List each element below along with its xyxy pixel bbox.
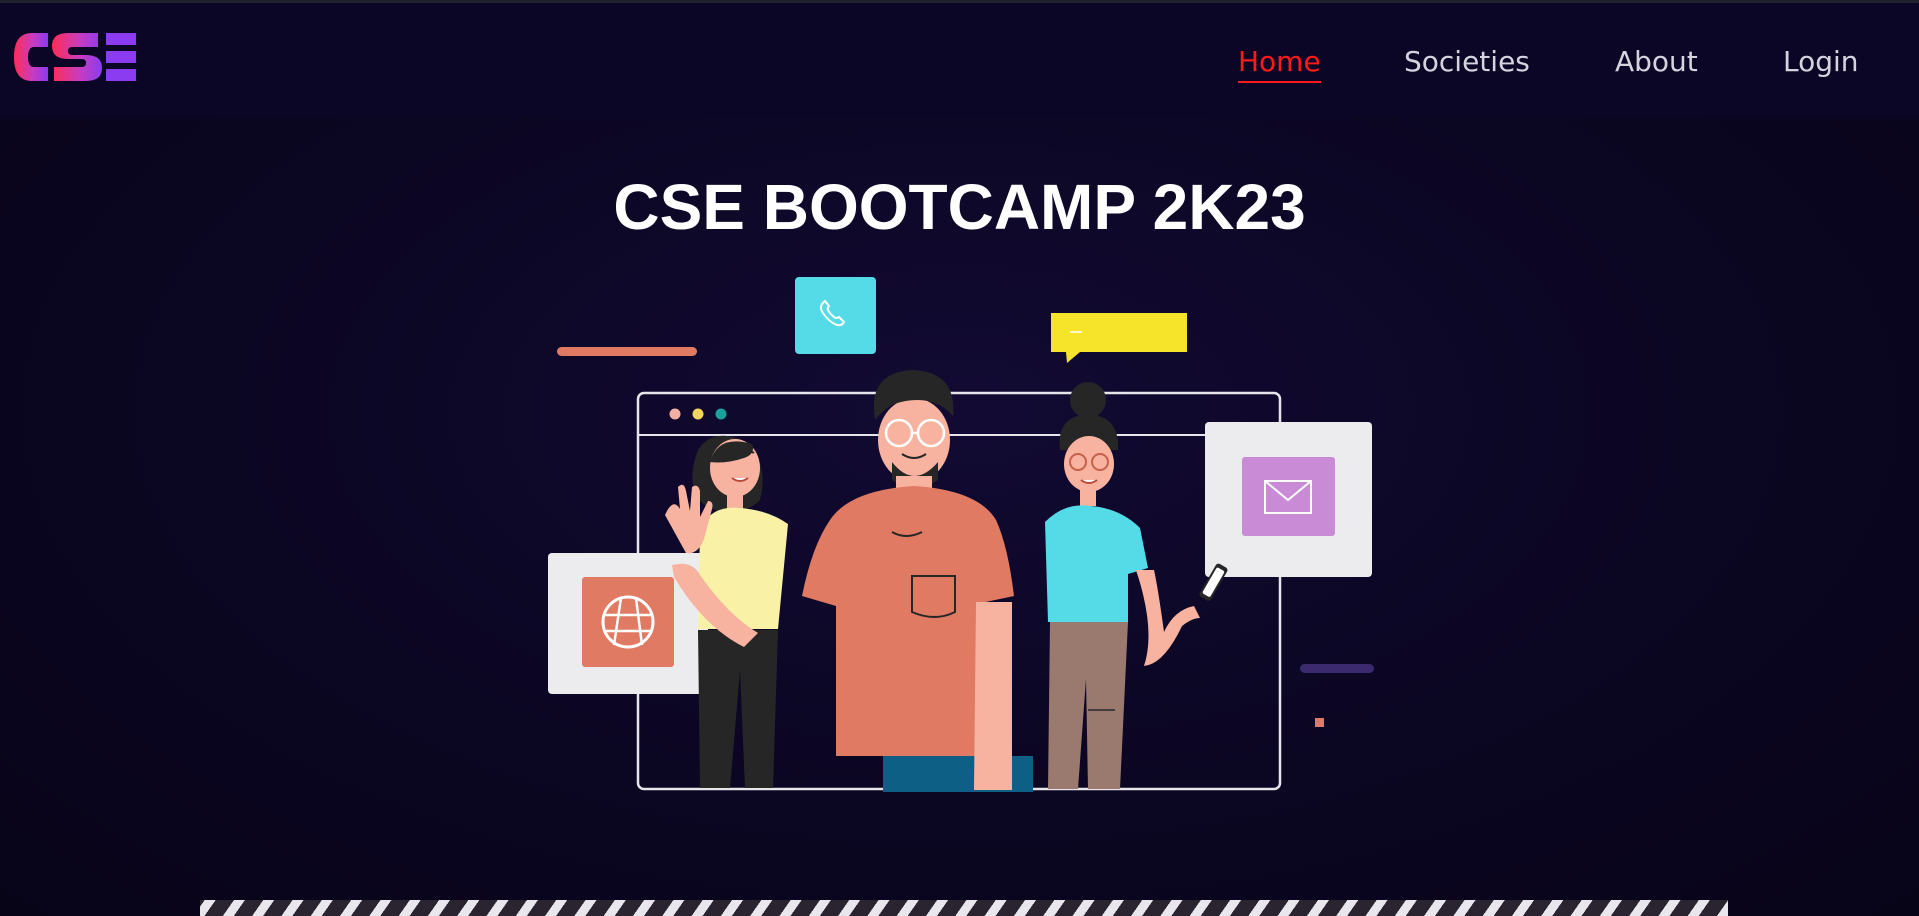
person-right — [1045, 382, 1228, 789]
nav-link-login[interactable]: Login — [1783, 43, 1859, 81]
decor-square-orange — [1315, 718, 1324, 727]
window-dot-3 — [715, 408, 727, 420]
mail-icon — [1205, 422, 1372, 577]
decor-bar-orange — [557, 347, 697, 356]
nav-link-societies[interactable]: Societies — [1404, 43, 1530, 81]
person-center — [802, 370, 1033, 792]
page-title: CSE BOOTCAMP 2K23 — [613, 170, 1306, 243]
decor-bar-purple — [1300, 664, 1374, 673]
nav-link-home[interactable]: Home — [1238, 43, 1321, 83]
navbar: Home Societies About Login — [0, 3, 1919, 117]
hero-illustration — [548, 277, 1374, 792]
window-dot-1 — [669, 408, 681, 420]
page: Home Societies About Login CSE BOOTCAMP … — [0, 0, 1919, 916]
striped-divider — [200, 900, 1728, 916]
brand-logo[interactable] — [10, 27, 140, 87]
phone-icon — [795, 277, 876, 354]
window-dot-2 — [692, 408, 704, 420]
nav-link-about[interactable]: About — [1615, 43, 1698, 81]
chat-bubble-icon — [1051, 313, 1187, 363]
